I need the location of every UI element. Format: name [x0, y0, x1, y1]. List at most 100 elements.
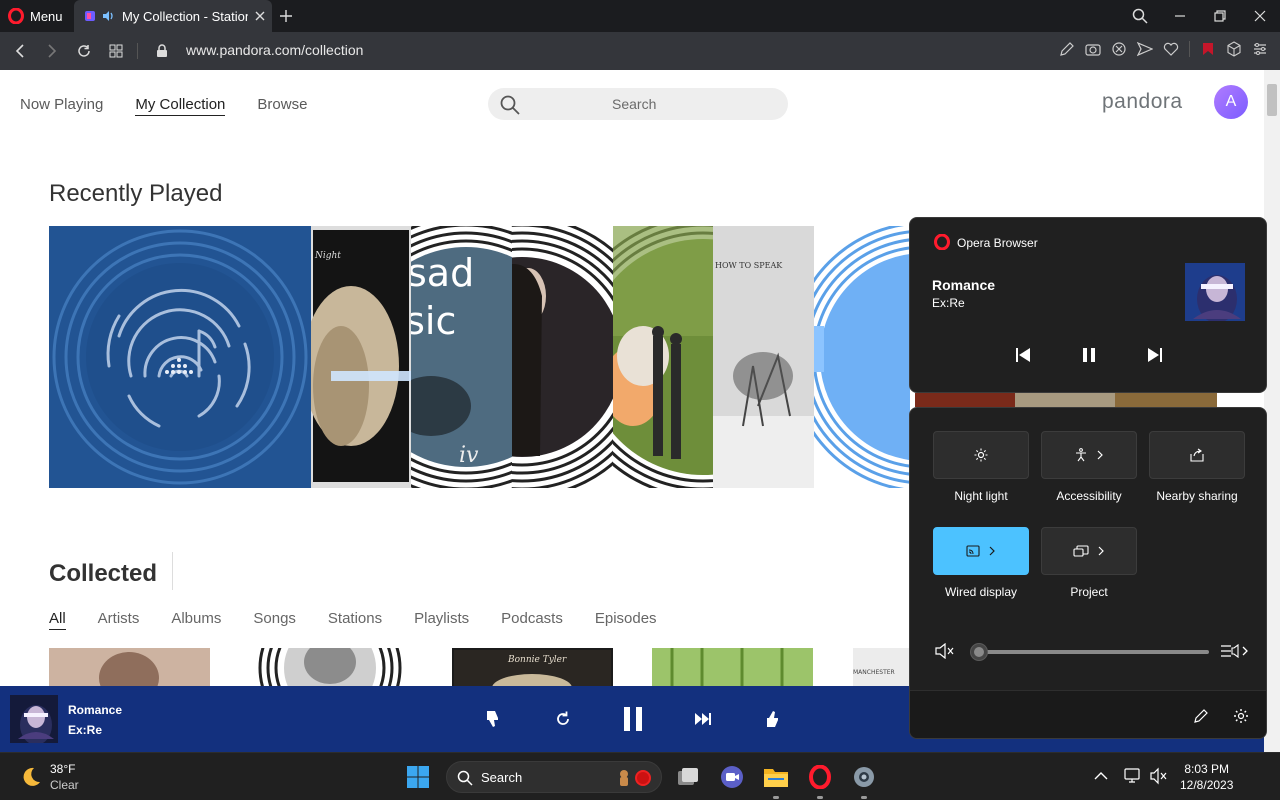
nav-my-collection[interactable]: My Collection [135, 96, 226, 116]
recent-item-album-1[interactable]: Night [311, 226, 411, 488]
collected-item-1[interactable] [49, 648, 210, 686]
opera-taskbar-app[interactable] [804, 761, 836, 799]
album-title-line1: sad [411, 251, 474, 295]
project-toggle[interactable] [1041, 527, 1137, 575]
file-explorer-app[interactable] [760, 761, 792, 799]
send-icon[interactable] [1137, 41, 1153, 57]
thumbs-up-icon [767, 711, 778, 727]
collected-item-4[interactable] [652, 648, 813, 686]
tab-search-button[interactable] [1130, 6, 1150, 26]
now-playing-artist[interactable]: Ex:Re [68, 723, 102, 737]
close-window-button[interactable] [1250, 6, 1270, 26]
volume-slider-thumb[interactable] [970, 643, 988, 661]
pandora-logo[interactable]: pandora [1102, 90, 1183, 114]
url-field[interactable]: www.pandora.com/collection [186, 42, 363, 58]
reload-button[interactable] [74, 41, 94, 61]
search-placeholder: Search [612, 96, 657, 112]
collected-item-2[interactable] [250, 648, 411, 686]
search-icon [500, 95, 520, 115]
recent-item-album-5[interactable]: HOW TO SPEAK [713, 226, 814, 488]
collected-art-2 [258, 648, 402, 686]
collected-art-4 [652, 648, 813, 686]
recent-item-sad-music[interactable]: sad usic iv [411, 226, 512, 488]
minimize-button[interactable] [1170, 6, 1190, 26]
filter-artists[interactable]: Artists [98, 610, 140, 630]
heart-icon[interactable] [1163, 41, 1179, 57]
network-icon[interactable] [1124, 767, 1142, 785]
filter-podcasts[interactable]: Podcasts [501, 610, 563, 630]
ad-block-icon[interactable] [1111, 41, 1127, 57]
thumbs-down-button[interactable] [480, 706, 506, 732]
site-security-button[interactable] [152, 41, 172, 61]
volume-slider-track[interactable] [979, 650, 1209, 654]
scrollbar-thumb[interactable] [1267, 84, 1277, 116]
camera-icon[interactable] [1085, 41, 1101, 57]
search-input[interactable]: Search [488, 88, 788, 120]
close-tab-icon[interactable] [254, 10, 266, 22]
collected-item-3[interactable]: Bonnie Tyler [452, 648, 613, 686]
nav-now-playing[interactable]: Now Playing [20, 96, 103, 116]
skip-button[interactable] [690, 706, 716, 732]
thumbs-down-icon [487, 711, 498, 727]
clock-time: 8:03 PM [1184, 762, 1230, 776]
weather-widget[interactable]: 38°F Clear [18, 761, 79, 793]
album-art-romance [1185, 263, 1245, 321]
replay-button[interactable] [550, 706, 576, 732]
edit-pencil-icon[interactable] [1193, 708, 1209, 724]
edit-page-icon[interactable] [1059, 41, 1075, 57]
collected-art-3: Bonnie Tyler [452, 648, 613, 686]
back-button[interactable] [10, 41, 30, 61]
recent-item-thumbprint-radio[interactable] [49, 226, 311, 488]
media-previous-button[interactable] [1011, 343, 1035, 367]
forward-button[interactable] [42, 41, 62, 61]
volume-muted-icon[interactable] [935, 643, 955, 659]
filter-songs[interactable]: Songs [253, 610, 296, 630]
filter-episodes[interactable]: Episodes [595, 610, 657, 630]
taskbar-search[interactable]: Search [446, 761, 662, 793]
teams-app[interactable] [716, 761, 748, 793]
album-art-romance [10, 695, 58, 743]
nearby-sharing-toggle[interactable] [1149, 431, 1245, 479]
system-clock[interactable]: 8:03 PM 12/8/2023 [1180, 761, 1233, 793]
start-button[interactable] [402, 761, 434, 793]
project-icon [1073, 545, 1089, 557]
filter-stations[interactable]: Stations [328, 610, 382, 630]
filter-playlists[interactable]: Playlists [414, 610, 469, 630]
media-pause-button[interactable] [1077, 343, 1101, 367]
volume-muted-tray-icon[interactable] [1150, 767, 1168, 785]
toolbar-divider [1189, 41, 1190, 57]
now-playing-song[interactable]: Romance [68, 703, 122, 717]
now-playing-album-art[interactable] [10, 695, 58, 743]
chevron-right-icon [1098, 546, 1104, 556]
easy-setup-icon[interactable] [1252, 41, 1268, 57]
cube-extension-icon[interactable] [1226, 41, 1242, 57]
extension-red-icon[interactable] [1200, 41, 1216, 57]
nav-browse[interactable]: Browse [257, 96, 307, 116]
speaker-audio-icon[interactable] [102, 10, 116, 22]
pause-icon [624, 707, 642, 731]
filter-all[interactable]: All [49, 610, 66, 630]
task-view-button[interactable] [672, 761, 704, 793]
new-tab-button[interactable] [276, 6, 296, 26]
audio-output-icon[interactable] [1220, 642, 1248, 660]
collection-filter-tabs: All Artists Albums Songs Stations Playli… [49, 610, 657, 630]
settings-gear-icon[interactable] [1233, 708, 1249, 724]
accessibility-toggle[interactable] [1041, 431, 1137, 479]
pause-button[interactable] [620, 706, 646, 732]
wired-display-toggle[interactable] [933, 527, 1029, 575]
chevron-up-icon[interactable] [1094, 771, 1108, 781]
speed-dial-button[interactable] [106, 41, 126, 61]
filter-albums[interactable]: Albums [171, 610, 221, 630]
plus-icon [280, 10, 292, 22]
media-next-button[interactable] [1143, 343, 1167, 367]
user-avatar[interactable]: A [1214, 85, 1248, 119]
recent-item-album-4[interactable] [613, 226, 713, 488]
recent-item-album-6[interactable] [814, 226, 910, 488]
recent-item-album-3[interactable] [512, 226, 613, 488]
thumbs-up-button[interactable] [760, 706, 786, 732]
tab-my-collection[interactable]: My Collection - Station [74, 0, 272, 32]
night-light-toggle[interactable] [933, 431, 1029, 479]
restore-button[interactable] [1210, 6, 1230, 26]
settings-app[interactable] [848, 761, 880, 799]
opera-menu-button[interactable]: Menu [8, 6, 63, 26]
